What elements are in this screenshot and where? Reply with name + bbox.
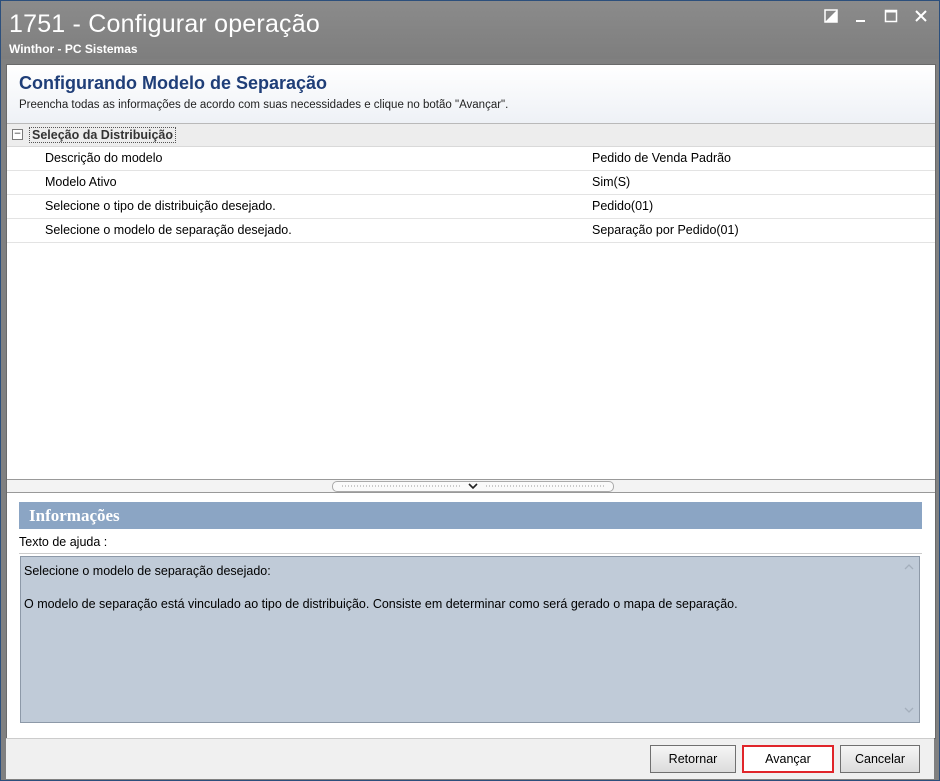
scroll-up-icon[interactable] — [903, 563, 915, 575]
next-button-label: Avançar — [765, 752, 811, 766]
restore-icon[interactable] — [823, 9, 839, 25]
grid-row[interactable]: Modelo Ativo Sim(S) — [7, 171, 935, 195]
close-icon[interactable] — [913, 9, 929, 25]
next-button[interactable]: Avançar — [742, 745, 834, 773]
minimize-icon[interactable] — [853, 9, 869, 25]
grid-row[interactable]: Selecione o tipo de distribuição desejad… — [7, 195, 935, 219]
info-panel: Informações Texto de ajuda : Selecione o… — [19, 502, 922, 725]
help-text: Selecione o modelo de separação desejado… — [24, 563, 894, 629]
property-value[interactable]: Pedido de Venda Padrão — [592, 151, 731, 165]
back-button[interactable]: Retornar — [650, 745, 736, 773]
help-line: Selecione o modelo de separação desejado… — [24, 564, 271, 578]
window-title: 1751 - Configurar operação — [9, 10, 320, 38]
category-label: Seleção da Distribuição — [29, 127, 177, 143]
page-title: Configurando Modelo de Separação — [19, 73, 328, 93]
collapse-icon[interactable]: − — [12, 129, 23, 140]
property-value[interactable]: Separação por Pedido(01) — [592, 223, 739, 237]
property-name: Selecione o modelo de separação desejado… — [45, 223, 292, 237]
maximize-icon[interactable] — [883, 9, 899, 25]
help-line: O modelo de separação está vinculado ao … — [24, 597, 738, 611]
property-grid: − Seleção da Distribuição Descrição do m… — [7, 124, 935, 479]
page-description: Preencha todas as informações de acordo … — [19, 99, 509, 111]
property-name: Descrição do modelo — [45, 151, 163, 165]
scroll-down-icon[interactable] — [903, 706, 915, 718]
grid-row[interactable]: Descrição do modelo Pedido de Venda Padr… — [7, 147, 935, 171]
button-bar: Retornar Avançar Cancelar — [6, 738, 934, 779]
property-value[interactable]: Sim(S) — [592, 175, 630, 189]
grid-row[interactable]: Selecione o modelo de separação desejado… — [7, 219, 935, 243]
property-name: Modelo Ativo — [45, 175, 117, 189]
title-bar[interactable]: 1751 - Configurar operação Winthor - PC … — [1, 1, 939, 59]
category-row[interactable]: − Seleção da Distribuição — [7, 124, 935, 147]
wizard-header: Configurando Modelo de Separação Preench… — [7, 65, 935, 124]
info-title: Informações — [19, 502, 922, 529]
content-panel: Configurando Modelo de Separação Preench… — [6, 64, 936, 739]
cancel-button-label: Cancelar — [854, 752, 906, 766]
help-label: Texto de ajuda : — [19, 532, 922, 554]
cancel-button[interactable]: Cancelar — [840, 745, 920, 773]
property-name: Selecione o tipo de distribuição desejad… — [45, 199, 276, 213]
back-button-label: Retornar — [668, 752, 718, 766]
window-controls — [823, 9, 929, 25]
panel-splitter[interactable] — [7, 479, 935, 493]
app-window: 1751 - Configurar operação Winthor - PC … — [0, 0, 940, 781]
splitter-handle[interactable] — [332, 481, 614, 492]
help-textarea[interactable]: Selecione o modelo de separação desejado… — [20, 556, 920, 723]
property-value[interactable]: Pedido(01) — [592, 199, 653, 213]
window-subtitle: Winthor - PC Sistemas — [9, 42, 138, 56]
